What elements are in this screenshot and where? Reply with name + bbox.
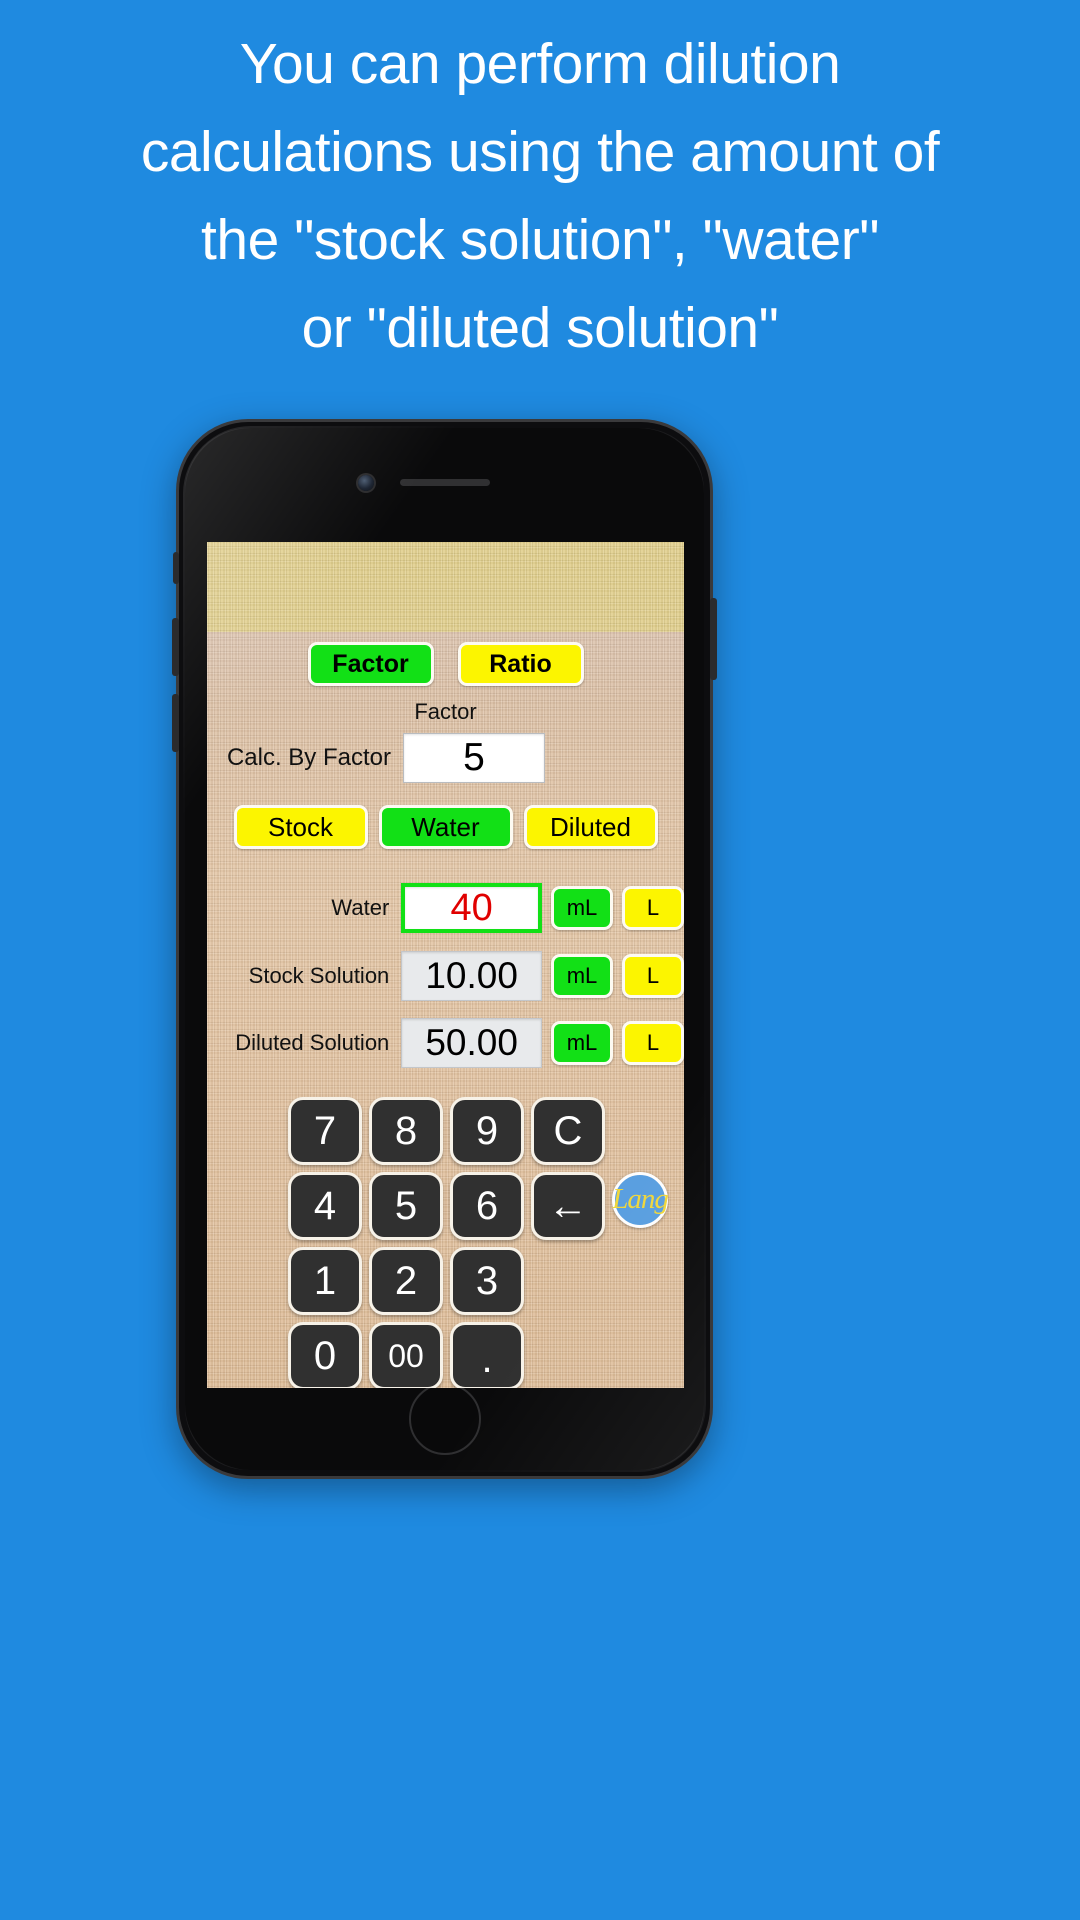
target-button-diluted[interactable]: Diluted (523, 805, 658, 849)
unit-button-water-l[interactable]: L (622, 886, 684, 930)
value-row-water: Water 40 mL L (207, 882, 684, 934)
unit-buttons-stock-solution: mL L (551, 954, 684, 998)
keypad-spacer-1 (531, 1247, 605, 1315)
target-button-water[interactable]: Water (378, 805, 513, 849)
headline-line-3: the "stock solution", "water" (201, 208, 879, 272)
headline-line-2: calculations using the amount of (140, 120, 940, 184)
mode-button-factor[interactable]: Factor (307, 642, 434, 686)
unit-buttons-diluted-solution: mL L (551, 1021, 684, 1065)
key-double-zero[interactable]: 00 (369, 1322, 443, 1388)
mode-selector: Factor Ratio (207, 642, 684, 686)
key-clear[interactable]: C (531, 1097, 605, 1165)
key-3[interactable]: 3 (450, 1247, 524, 1315)
home-button[interactable] (408, 1383, 481, 1455)
headline-line-1: You can perform dilution (239, 32, 841, 96)
volume-down-button[interactable] (172, 694, 179, 752)
factor-input[interactable]: 5 (403, 733, 545, 783)
unit-buttons-water: mL L (551, 886, 684, 930)
value-input-stock-solution[interactable]: 10.00 (401, 951, 542, 1001)
target-button-stock[interactable]: Stock (233, 805, 368, 849)
key-0[interactable]: 0 (288, 1322, 362, 1388)
phone-screen: Factor Ratio Factor Calc. By Factor 5 St… (207, 542, 684, 1388)
unit-button-stock-ml[interactable]: mL (551, 954, 613, 998)
value-row-stock-solution: Stock Solution 10.00 mL L (207, 950, 684, 1002)
mode-button-ratio[interactable]: Ratio (457, 642, 584, 686)
earpiece-speaker (400, 479, 490, 486)
factor-row: Calc. By Factor 5 (207, 732, 684, 784)
power-button[interactable] (710, 598, 717, 680)
key-8[interactable]: 8 (369, 1097, 443, 1165)
numeric-keypad: 7 8 9 C 4 5 6 ← 1 2 3 0 00 . (288, 1097, 605, 1388)
keypad-spacer-2 (531, 1322, 605, 1388)
unit-button-water-ml[interactable]: mL (551, 886, 613, 930)
key-9[interactable]: 9 (450, 1097, 524, 1165)
key-7[interactable]: 7 (288, 1097, 362, 1165)
dilution-calculator-app: Factor Ratio Factor Calc. By Factor 5 St… (207, 542, 684, 1388)
key-2[interactable]: 2 (369, 1247, 443, 1315)
unit-button-stock-l[interactable]: L (622, 954, 684, 998)
unit-button-diluted-ml[interactable]: mL (551, 1021, 613, 1065)
value-label-water: Water (331, 895, 390, 920)
key-1[interactable]: 1 (288, 1247, 362, 1315)
factor-label: Calc. By Factor (226, 744, 391, 771)
mute-switch[interactable] (173, 552, 179, 584)
key-4[interactable]: 4 (288, 1172, 362, 1240)
volume-up-button[interactable] (172, 618, 179, 676)
value-row-diluted-solution: Diluted Solution 50.00 mL L (207, 1017, 684, 1069)
key-6[interactable]: 6 (450, 1172, 524, 1240)
key-5[interactable]: 5 (369, 1172, 443, 1240)
brand-logo[interactable]: Lang (612, 1172, 669, 1228)
headline-line-4: or "diluted solution" (301, 296, 779, 360)
unit-button-diluted-l[interactable]: L (622, 1021, 684, 1065)
key-backspace-icon[interactable]: ← (531, 1172, 605, 1240)
promo-headline: You can perform dilution calculations us… (0, 20, 1080, 372)
value-input-diluted-solution[interactable]: 50.00 (401, 1018, 542, 1068)
brand-logo-text: Lang (612, 1182, 669, 1215)
front-camera-icon (358, 475, 374, 491)
mode-caption: Factor (414, 699, 477, 724)
key-decimal-point[interactable]: . (450, 1322, 524, 1388)
value-input-water[interactable]: 40 (401, 883, 542, 933)
target-selector: Stock Water Diluted (207, 805, 684, 849)
value-label-stock-solution: Stock Solution (248, 963, 390, 988)
value-label-diluted-solution: Diluted Solution (235, 1030, 390, 1055)
phone-mockup: Factor Ratio Factor Calc. By Factor 5 St… (172, 419, 717, 1479)
